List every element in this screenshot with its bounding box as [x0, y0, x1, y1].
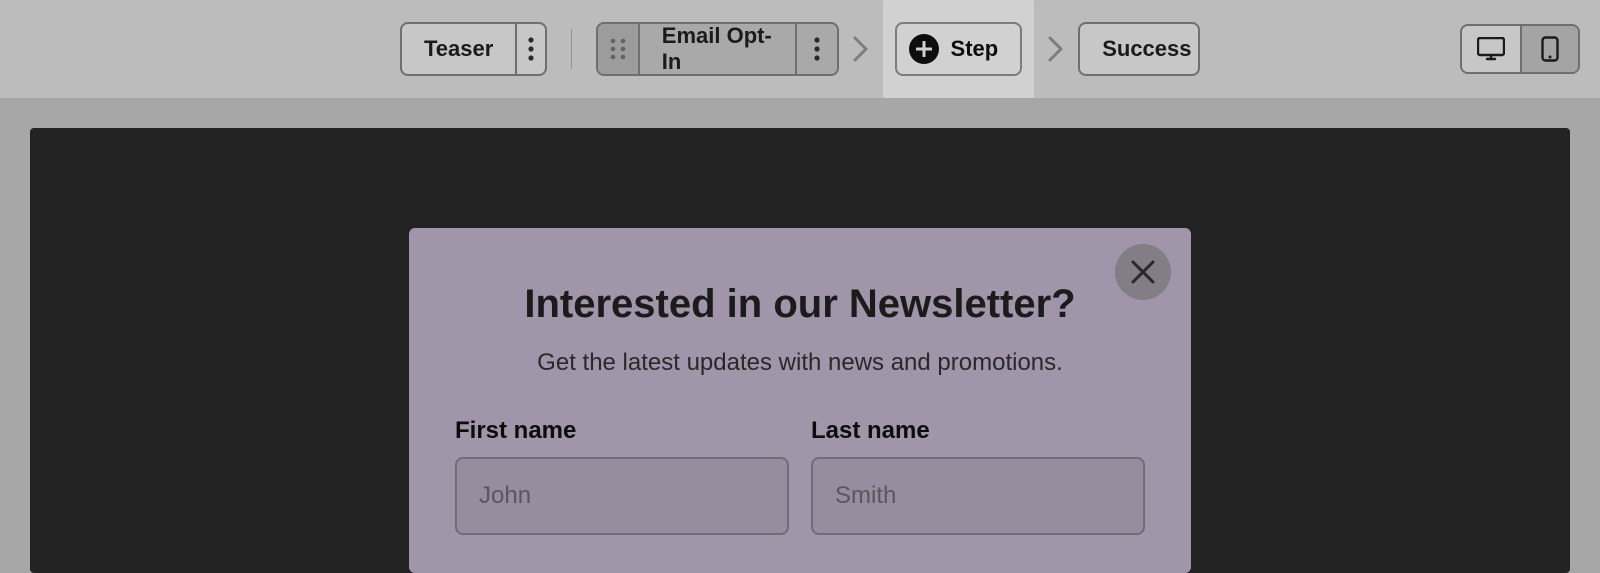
add-step-highlight: Step: [883, 0, 1035, 98]
chevron-right-icon: [1048, 36, 1064, 62]
newsletter-popup: Interested in our Newsletter? Get the la…: [409, 228, 1191, 573]
chevron-right-icon: [853, 36, 869, 62]
teaser-step-pill[interactable]: Teaser: [400, 22, 547, 76]
plus-circle-icon: [909, 34, 939, 64]
teaser-step-label: Teaser: [402, 24, 515, 74]
divider: [571, 29, 573, 69]
close-icon: [1130, 259, 1156, 285]
teaser-step-menu-button[interactable]: [515, 24, 544, 74]
preview-canvas: Interested in our Newsletter? Get the la…: [30, 128, 1570, 573]
first-name-field: First name: [455, 417, 789, 535]
mobile-icon: [1541, 36, 1559, 62]
email-optin-drag-handle[interactable]: [598, 24, 639, 74]
popup-form: First name Last name: [455, 417, 1145, 535]
success-step-label: Success: [1080, 24, 1200, 74]
kebab-icon: [528, 37, 534, 61]
success-step-pill[interactable]: Success: [1078, 22, 1200, 76]
last-name-label: Last name: [811, 417, 1145, 445]
add-step-button[interactable]: Step: [895, 22, 1023, 76]
grip-icon: [609, 37, 627, 61]
step-breadcrumb: Teaser Email Opt-In: [400, 0, 1200, 98]
email-optin-step-pill[interactable]: Email Opt-In: [596, 22, 838, 76]
last-name-input[interactable]: [811, 457, 1145, 535]
desktop-preview-button[interactable]: [1462, 26, 1520, 72]
popup-close-button[interactable]: [1115, 244, 1171, 300]
canvas-area: Interested in our Newsletter? Get the la…: [0, 98, 1600, 573]
email-optin-step-label: Email Opt-In: [640, 24, 795, 74]
mobile-preview-button[interactable]: [1520, 26, 1578, 72]
last-name-field: Last name: [811, 417, 1145, 535]
first-name-label: First name: [455, 417, 789, 445]
email-optin-step-menu-button[interactable]: [795, 24, 836, 74]
kebab-icon: [814, 37, 820, 61]
popup-title: Interested in our Newsletter?: [455, 282, 1145, 327]
first-name-input[interactable]: [455, 457, 789, 535]
popup-subtitle: Get the latest updates with news and pro…: [455, 349, 1145, 377]
desktop-icon: [1477, 37, 1505, 61]
editor-toolbar: Teaser Email Opt-In: [0, 0, 1600, 98]
device-preview-toggle: [1460, 24, 1580, 74]
add-step-label: Step: [951, 36, 999, 62]
